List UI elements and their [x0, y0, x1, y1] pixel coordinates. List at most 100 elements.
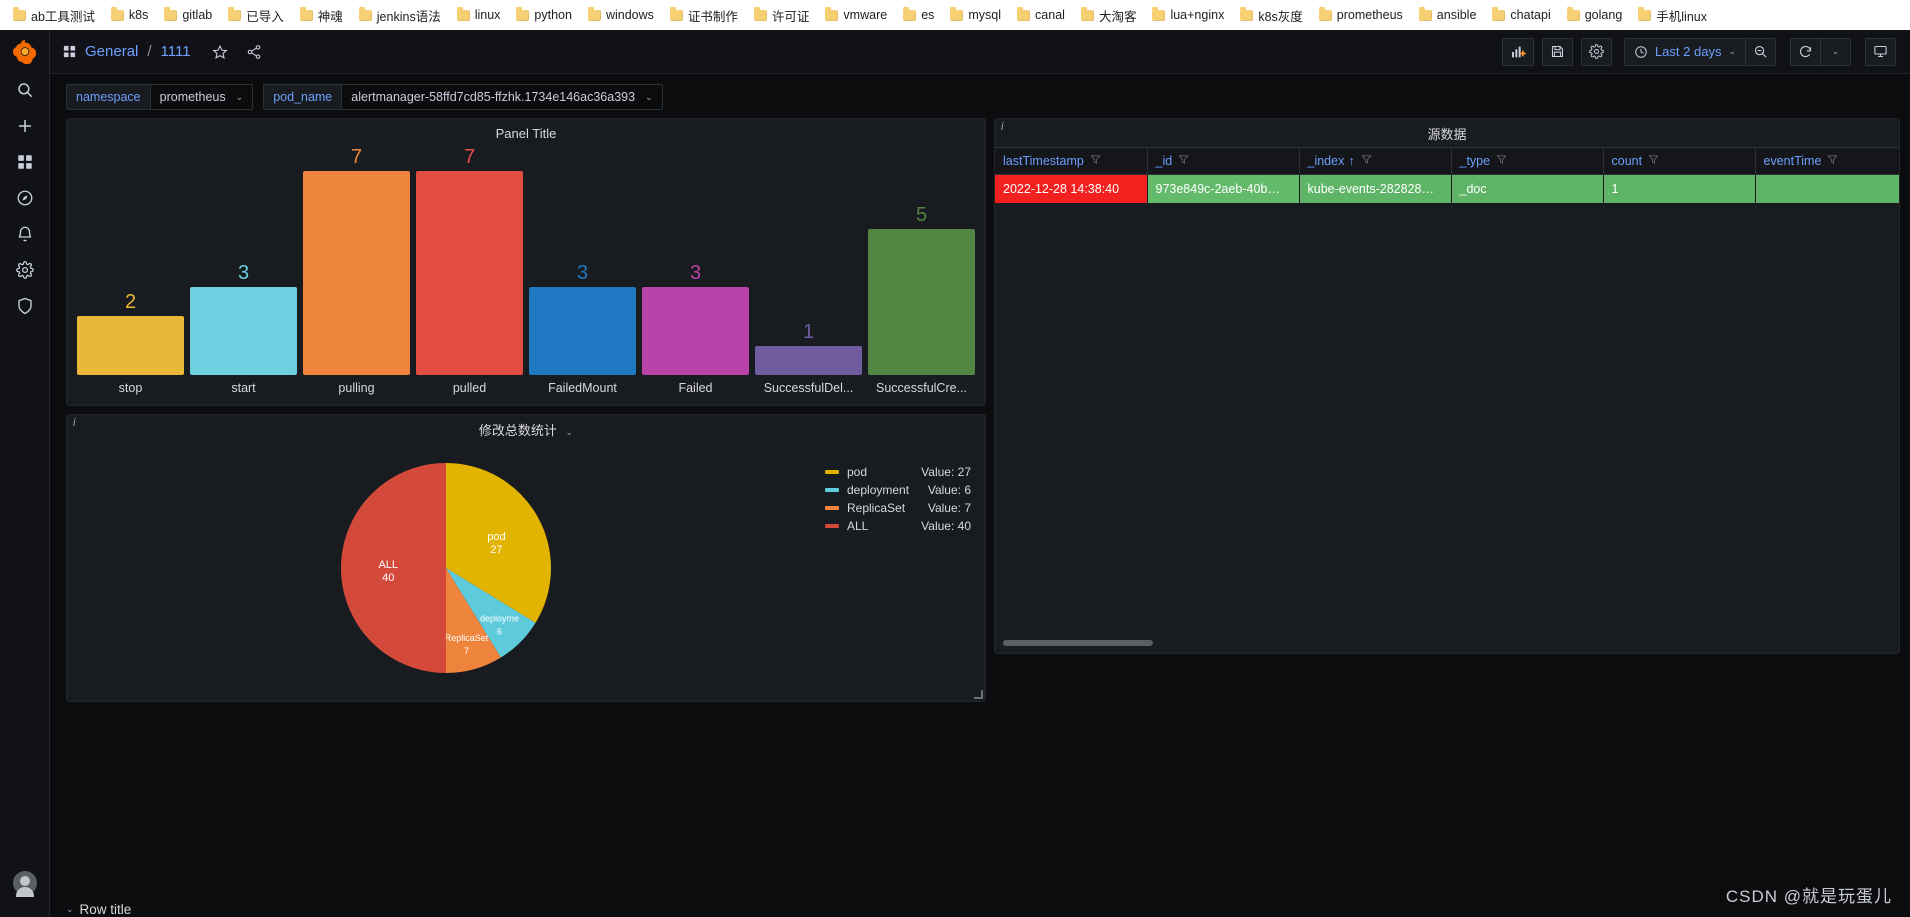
bookmark-item[interactable]: lua+nginx	[1145, 5, 1231, 25]
filter-icon[interactable]	[1648, 154, 1659, 168]
bar-value-label: 2	[124, 291, 137, 313]
filter-icon[interactable]	[1090, 154, 1101, 168]
bookmark-label: python	[534, 8, 572, 22]
legend-item[interactable]: ALL Value: 40	[825, 519, 971, 533]
legend-color-swatch	[825, 506, 839, 510]
bookmark-item[interactable]: chatapi	[1485, 5, 1557, 25]
table-row[interactable]: 2022-12-28 14:38:40 973e849c-2aeb-40b… kub…	[995, 174, 1899, 203]
filter-icon[interactable]	[1827, 154, 1839, 168]
filter-icon[interactable]	[1178, 154, 1189, 168]
bookmark-item[interactable]: jenkins语法	[352, 3, 448, 28]
sidebar-item-configuration[interactable]	[0, 252, 50, 288]
bookmark-item[interactable]: 已导入	[221, 3, 291, 28]
legend-item[interactable]: pod Value: 27	[825, 465, 971, 479]
sidebar-item-alerting[interactable]	[0, 216, 50, 252]
grafana-logo-icon[interactable]	[0, 30, 50, 72]
bookmark-item[interactable]: ansible	[1412, 5, 1484, 25]
bookmark-item[interactable]: canal	[1010, 5, 1072, 25]
dashboard-row-header[interactable]: ⌄ Row title	[50, 890, 1910, 917]
sidebar-item-explore[interactable]	[0, 180, 50, 216]
legend-item[interactable]: ReplicaSet Value: 7	[825, 501, 971, 515]
bookmark-item[interactable]: mysql	[943, 5, 1008, 25]
filter-icon[interactable]	[1360, 154, 1372, 168]
share-icon[interactable]	[241, 39, 267, 65]
table-column-header[interactable]: eventTime	[1755, 147, 1899, 175]
breadcrumb-separator: /	[147, 43, 152, 60]
table-column-header[interactable]: _index ↑	[1299, 147, 1452, 175]
panel-info-icon[interactable]: i	[995, 119, 1017, 141]
folder-icon	[950, 7, 964, 21]
refresh-interval-button[interactable]: ⌄	[1821, 37, 1851, 66]
table-scrollbar-thumb[interactable]	[1003, 640, 1153, 646]
save-dashboard-button[interactable]	[1541, 37, 1573, 66]
bar-column[interactable]: 7	[416, 147, 523, 375]
tv-mode-button[interactable]	[1865, 37, 1896, 66]
panel-table-title[interactable]: 源数据	[1427, 124, 1466, 143]
bookmark-item[interactable]: python	[509, 5, 579, 25]
table-horizontal-scrollbar[interactable]	[1001, 639, 1893, 647]
template-variable: namespace prometheus ⌄	[66, 84, 254, 110]
left-column: Panel Title 2 3 7 7 3 3 1 5 stop start pulling pul…	[66, 118, 986, 890]
page-title[interactable]: 1111	[161, 43, 191, 60]
bookmark-item[interactable]: gitlab	[157, 5, 219, 25]
bar-value-label: 7	[463, 146, 476, 168]
folder-icon	[1638, 7, 1652, 21]
panel-barchart-title[interactable]: Panel Title	[496, 126, 557, 141]
bookmark-item[interactable]: k8s	[104, 5, 155, 25]
piechart-plot[interactable]: pod 27 deployme 6 ReplicaSet 7 ALL 40	[67, 443, 825, 701]
bar-column[interactable]: 1	[755, 147, 862, 375]
bookmark-item[interactable]: prometheus	[1312, 5, 1410, 25]
column-name: _id	[1155, 154, 1173, 168]
bookmark-item[interactable]: 许可证	[747, 3, 817, 28]
table-column-header[interactable]: lastTimestamp	[995, 147, 1148, 175]
pie-slice-value: 27	[490, 543, 502, 555]
bar-column[interactable]: 7	[303, 147, 410, 375]
refresh-button[interactable]	[1790, 37, 1821, 66]
bookmark-item[interactable]: 大淘客	[1074, 3, 1144, 28]
table-column-header[interactable]: _type	[1451, 147, 1604, 175]
legend-item[interactable]: deployment Value: 6	[825, 483, 971, 497]
panel-resize-handle[interactable]	[974, 690, 984, 700]
bookmark-item[interactable]: windows	[581, 5, 661, 25]
legend-series-value: Value: 40	[921, 519, 971, 533]
bookmark-item[interactable]: golang	[1560, 5, 1630, 25]
filter-icon[interactable]	[1496, 154, 1507, 168]
panel-piechart-title[interactable]: 修改总数统计 ⌄	[479, 420, 573, 439]
table-column-header[interactable]: _id	[1147, 147, 1300, 175]
bar-column[interactable]: 2	[77, 147, 184, 375]
bookmark-item[interactable]: ab工具测试	[6, 3, 102, 28]
bookmark-item[interactable]: k8s灰度	[1233, 3, 1309, 28]
bar-column[interactable]: 3	[529, 147, 636, 375]
sidebar-item-create[interactable]	[0, 108, 50, 144]
panel-info-icon[interactable]: i	[67, 415, 89, 437]
table-column-header[interactable]: count	[1603, 147, 1756, 175]
bookmark-item[interactable]: linux	[450, 5, 508, 25]
bookmark-item[interactable]: vmware	[818, 5, 894, 25]
add-panel-button[interactable]	[1501, 37, 1534, 66]
avatar[interactable]	[12, 871, 37, 897]
legend-color-swatch	[825, 470, 839, 474]
folder-icon	[516, 7, 530, 21]
star-icon[interactable]	[207, 39, 233, 65]
bar-column[interactable]: 5	[868, 147, 975, 375]
sidebar-item-search[interactable]	[0, 72, 50, 108]
bar-column[interactable]: 3	[642, 147, 749, 375]
zoom-out-time-button[interactable]	[1746, 37, 1776, 66]
bookmark-item[interactable]: es	[896, 5, 941, 25]
sidebar-item-dashboards[interactable]	[0, 144, 50, 180]
time-range-picker[interactable]: Last 2 days ⌄	[1623, 37, 1746, 66]
bar-column[interactable]: 3	[190, 147, 297, 375]
sidebar	[0, 30, 50, 917]
bookmark-item[interactable]: 证书制作	[663, 3, 745, 28]
sidebar-item-server-admin[interactable]	[0, 288, 50, 324]
bookmark-label: windows	[605, 8, 654, 22]
bookmark-item[interactable]: 神魂	[293, 3, 350, 28]
table-header-row: lastTimestamp _id _index ↑ _type count eventTi…	[995, 147, 1899, 175]
variable-select[interactable]: alertmanager-58ffd7cd85-ffzhk.1734e146ac…	[341, 84, 663, 110]
breadcrumb-folder[interactable]: General	[85, 43, 138, 60]
variable-select[interactable]: prometheus ⌄	[149, 84, 254, 110]
dashboard-settings-button[interactable]	[1580, 37, 1612, 66]
chevron-down-icon: ⌄	[235, 91, 244, 102]
bookmark-item[interactable]: 手机linux	[1631, 3, 1714, 28]
folder-icon	[228, 7, 242, 21]
